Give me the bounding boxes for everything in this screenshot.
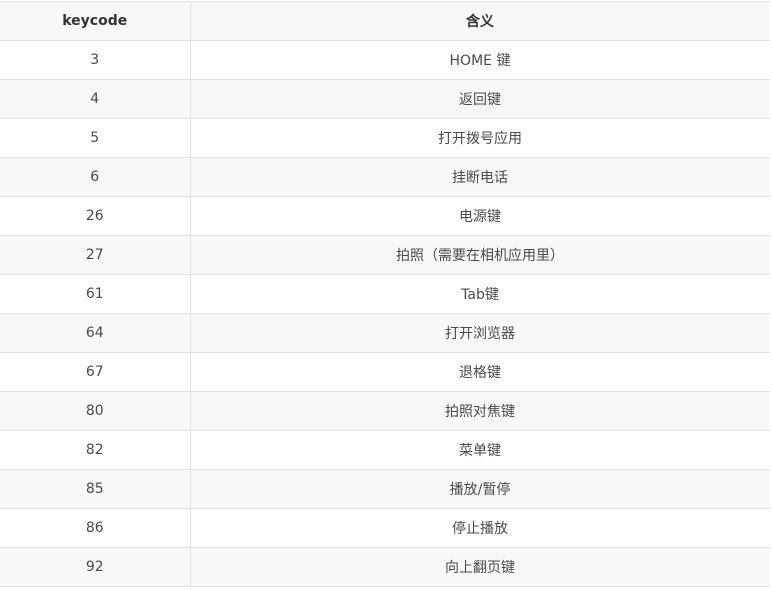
meaning-cell: 电源键 — [189, 196, 770, 236]
table-row: 3 HOME 键 — [0, 40, 770, 80]
keycode-table: keycode 含义 3 HOME 键 4 返回键 5 打开拨号应用 6 挂断电… — [0, 1, 770, 587]
table-body: 3 HOME 键 4 返回键 5 打开拨号应用 6 挂断电话 26 电源键 27… — [0, 40, 770, 587]
table-row: 4 返回键 — [0, 79, 770, 119]
table-row: 80 拍照对焦键 — [0, 391, 770, 431]
meaning-cell: HOME 键 — [189, 40, 770, 80]
meaning-cell: 退格键 — [189, 352, 770, 392]
keycode-cell: 92 — [0, 547, 191, 587]
keycode-cell: 27 — [0, 235, 191, 275]
keycode-cell: 3 — [0, 40, 191, 80]
meaning-cell: 停止播放 — [189, 508, 770, 548]
keycode-cell: 4 — [0, 79, 191, 119]
table-row: 67 退格键 — [0, 352, 770, 392]
keycode-cell: 64 — [0, 313, 191, 353]
table-row: 26 电源键 — [0, 196, 770, 236]
table-row: 6 挂断电话 — [0, 157, 770, 197]
column-header-meaning: 含义 — [189, 1, 770, 41]
keycode-cell: 80 — [0, 391, 191, 431]
table-row: 61 Tab键 — [0, 274, 770, 314]
table-row: 92 向上翻页键 — [0, 547, 770, 587]
table-row: 82 菜单键 — [0, 430, 770, 470]
table-row: 5 打开拨号应用 — [0, 118, 770, 158]
keycode-cell: 85 — [0, 469, 191, 509]
meaning-cell: 挂断电话 — [189, 157, 770, 197]
table-row: 64 打开浏览器 — [0, 313, 770, 353]
column-header-keycode: keycode — [0, 1, 191, 41]
table-row: 85 播放/暂停 — [0, 469, 770, 509]
meaning-cell: 打开拨号应用 — [189, 118, 770, 158]
meaning-cell: 菜单键 — [189, 430, 770, 470]
keycode-cell: 5 — [0, 118, 191, 158]
meaning-cell: Tab键 — [189, 274, 770, 314]
table-row: 27 拍照（需要在相机应用里） — [0, 235, 770, 275]
keycode-cell: 67 — [0, 352, 191, 392]
meaning-cell: 返回键 — [189, 79, 770, 119]
keycode-table-container: keycode 含义 3 HOME 键 4 返回键 5 打开拨号应用 6 挂断电… — [0, 0, 770, 590]
meaning-cell: 向上翻页键 — [189, 547, 770, 587]
keycode-cell: 61 — [0, 274, 191, 314]
keycode-cell: 82 — [0, 430, 191, 470]
table-row: 86 停止播放 — [0, 508, 770, 548]
meaning-cell: 打开浏览器 — [189, 313, 770, 353]
meaning-cell: 拍照对焦键 — [189, 391, 770, 431]
keycode-cell: 26 — [0, 196, 191, 236]
table-header-row: keycode 含义 — [0, 1, 770, 41]
meaning-cell: 播放/暂停 — [189, 469, 770, 509]
keycode-cell: 86 — [0, 508, 191, 548]
keycode-cell: 6 — [0, 157, 191, 197]
meaning-cell: 拍照（需要在相机应用里） — [189, 235, 770, 275]
